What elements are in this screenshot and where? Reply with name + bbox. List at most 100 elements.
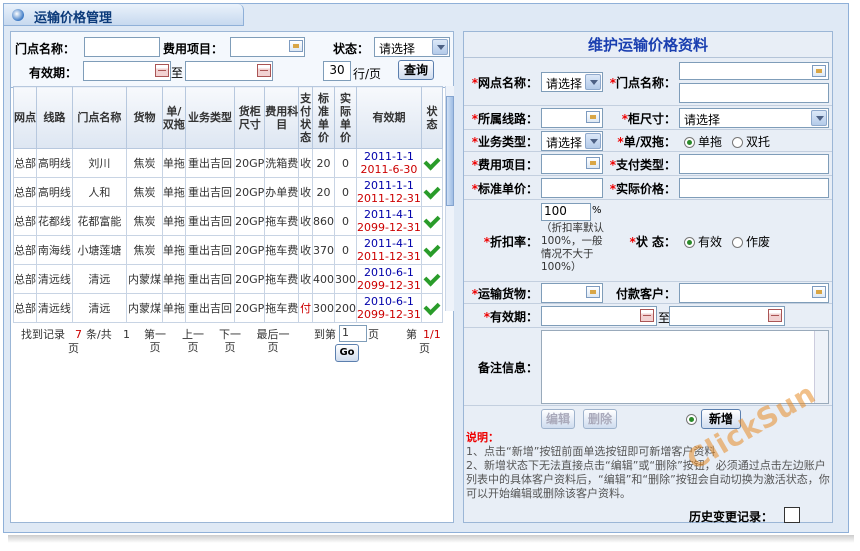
cell-line: 高明线 <box>36 148 73 178</box>
tow-single-radio[interactable]: 单拖 <box>684 133 722 150</box>
tow-double-radio[interactable]: 双托 <box>732 133 770 150</box>
cell-biz: 重出吉回 <box>184 148 236 178</box>
chevron-down-icon[interactable] <box>432 39 448 55</box>
edit-button[interactable]: 编辑 <box>541 409 575 429</box>
cell-store: 花都富能 <box>71 206 128 236</box>
col-valid[interactable]: 有效期 <box>355 86 422 149</box>
site-select[interactable]: 请选择 <box>541 72 603 92</box>
calendar-icon[interactable] <box>257 64 271 77</box>
valid-label: *有效期： <box>483 310 538 324</box>
fee-label: *费用项目： <box>471 158 538 172</box>
size-select[interactable]: 请选择 <box>679 108 829 128</box>
valid-filter-label: 有效期： <box>29 66 78 80</box>
checkmark-icon <box>423 211 441 228</box>
table-row[interactable]: 总部 清远线 清远 内蒙煤 单拖 重出吉回 20GP 拖车费付 300 200 2010-6-1 20… <box>13 293 444 323</box>
cell-site: 总部 <box>13 293 37 323</box>
col-biz[interactable]: 业务类型 <box>184 86 236 149</box>
col-fee[interactable]: 费用科目 <box>264 86 300 149</box>
col-site[interactable]: 网点 <box>13 86 37 149</box>
fee-picker-icon[interactable] <box>289 40 303 52</box>
cell-site: 总部 <box>13 235 37 265</box>
store-detail-input[interactable] <box>679 83 829 103</box>
cell-size: 20GP <box>234 148 266 178</box>
customer-picker-icon[interactable] <box>812 286 826 298</box>
history-checkbox[interactable] <box>784 507 800 523</box>
cell-line: 清远线 <box>36 293 73 323</box>
col-std[interactable]: 标准单价 <box>311 86 335 149</box>
cell-act: 0 <box>333 206 357 236</box>
cell-valid: 2010-6-1 2099-12-31 <box>355 264 422 294</box>
prev-page-link[interactable]: 上一页 <box>181 328 205 354</box>
col-tow[interactable]: 单/双拖 <box>161 86 186 149</box>
table-row[interactable]: 总部 清远线 清远 内蒙煤 单拖 重出吉回 20GP 拖车费收 400 300 2010-6-1 20… <box>13 264 444 294</box>
last-page-link[interactable]: 最后一页 <box>255 328 291 354</box>
cell-line: 南海线 <box>36 235 73 265</box>
cell-line: 清远线 <box>36 264 73 294</box>
col-act[interactable]: 实际单价 <box>333 86 357 149</box>
valid-from: 2011-1-1 <box>363 150 414 163</box>
cell-line: 高明线 <box>36 177 73 207</box>
status-active-radio[interactable]: 有效 <box>684 233 722 250</box>
cell-size: 20GP <box>234 264 266 294</box>
cell-site: 总部 <box>13 148 37 178</box>
goto-page-input[interactable]: 1 <box>339 325 367 342</box>
scroll-thumb[interactable] <box>446 96 454 206</box>
cell-act: 0 <box>333 235 357 265</box>
table-scrollbar[interactable] <box>445 86 454 311</box>
store-input[interactable] <box>679 62 829 80</box>
customer-input[interactable] <box>679 283 829 303</box>
fee-picker-icon[interactable] <box>586 157 600 169</box>
table-row[interactable]: 总部 花都线 花都富能 焦炭 单拖 重出吉回 20GP 拖车费收 860 0 2011-4-1 209… <box>13 206 444 236</box>
col-cargo[interactable]: 货物 <box>126 86 163 149</box>
next-page-link[interactable]: 下一页 <box>218 328 242 354</box>
cell-fee: 拖车费 <box>264 293 300 323</box>
cell-std: 20 <box>311 148 335 178</box>
cell-biz: 重出吉回 <box>184 264 236 294</box>
col-pay[interactable]: 支付状态 <box>298 86 313 149</box>
status-filter-select[interactable]: 请选择 <box>374 37 450 57</box>
store-picker-icon[interactable] <box>812 65 826 77</box>
remark-scrollbar[interactable] <box>814 331 828 403</box>
calendar-icon[interactable] <box>768 309 782 322</box>
cell-std: 20 <box>311 177 335 207</box>
store-filter-input[interactable] <box>84 37 160 57</box>
window-icon <box>12 9 24 21</box>
delete-button[interactable]: 删除 <box>583 409 617 429</box>
instructions: 说明： 1、点击“新增”按钮前面单选按钮即可新增客户资料 2、新增状态下无法直接… <box>466 431 832 501</box>
discount-input[interactable]: 100 <box>541 203 591 221</box>
first-page-link[interactable]: 第一页 <box>143 328 167 354</box>
chevron-down-icon[interactable] <box>811 110 827 126</box>
col-store[interactable]: 门点名称 <box>71 86 128 149</box>
page-size-input[interactable]: 30 <box>323 61 351 81</box>
std-price-input[interactable] <box>541 178 603 198</box>
add-mode-radio[interactable] <box>686 412 700 426</box>
status-void-radio[interactable]: 作废 <box>732 233 770 250</box>
line-picker-icon[interactable] <box>586 111 600 123</box>
query-button[interactable]: 查询 <box>398 60 434 80</box>
table-row[interactable]: 总部 高明线 刘川 焦炭 单拖 重出吉回 20GP 洗箱费收 20 0 2011-1-1 2011-6… <box>13 148 444 178</box>
table-row[interactable]: 总部 高明线 人和 焦炭 单拖 重出吉回 20GP 办单费收 20 0 2011-1-1 2011-1… <box>13 177 444 207</box>
discount-unit: % <box>592 205 602 216</box>
go-button[interactable]: Go <box>335 344 359 362</box>
act-label: *实际价格： <box>609 182 676 196</box>
table-row[interactable]: 总部 南海线 小塘莲塘 焦炭 单拖 重出吉回 20GP 拖车费收 370 0 2011-4-1 201… <box>13 235 444 265</box>
col-size[interactable]: 货柜尺寸 <box>234 86 266 149</box>
cell-status <box>420 148 444 178</box>
col-status[interactable]: 状态 <box>420 86 444 149</box>
calendar-icon[interactable] <box>640 309 654 322</box>
cell-tow: 单拖 <box>161 177 186 207</box>
calendar-icon[interactable] <box>155 64 169 77</box>
biz-select[interactable]: 请选择 <box>541 131 603 151</box>
cell-size: 20GP <box>234 177 266 207</box>
cell-status <box>420 177 444 207</box>
col-line[interactable]: 线路 <box>36 86 73 149</box>
cell-size: 20GP <box>234 206 266 236</box>
chevron-down-icon[interactable] <box>585 74 601 90</box>
paytype-input[interactable] <box>679 154 829 174</box>
cell-pay: 收 <box>298 148 313 178</box>
chevron-down-icon[interactable] <box>585 133 601 149</box>
customer-label: 付款客户： <box>615 287 676 301</box>
cell-tow: 单拖 <box>161 235 186 265</box>
cargo-picker-icon[interactable] <box>586 286 600 298</box>
act-price-input[interactable] <box>679 178 829 198</box>
